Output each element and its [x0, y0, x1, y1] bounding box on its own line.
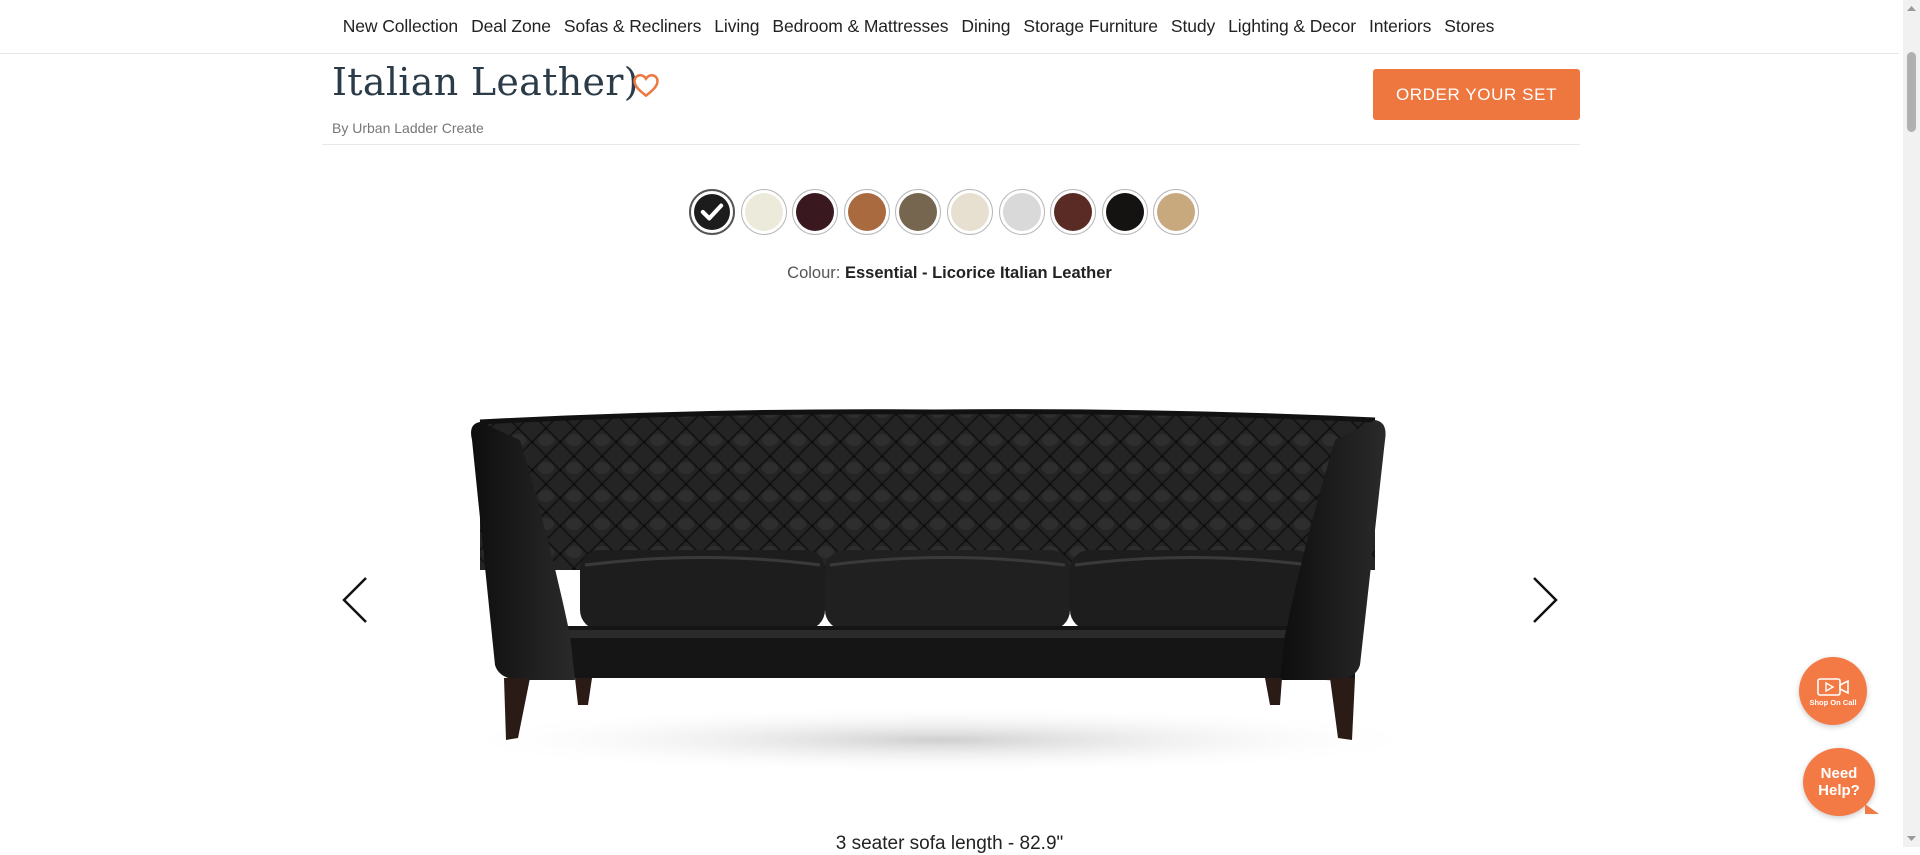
- sofa-image: [440, 409, 1440, 774]
- checkmark-icon: [700, 203, 724, 221]
- nav-item[interactable]: Stores: [1438, 16, 1501, 37]
- swatch-fill: [847, 193, 886, 231]
- colour-label: Colour:: [787, 264, 841, 282]
- nav-item[interactable]: Bedroom & Mattresses: [766, 16, 955, 37]
- swatch-fill: [744, 193, 783, 231]
- colour-swatch[interactable]: [946, 189, 993, 235]
- nav-item[interactable]: Dining: [955, 16, 1017, 37]
- colour-swatch[interactable]: [895, 189, 942, 235]
- scroll-thumb[interactable]: [1907, 52, 1916, 132]
- swatch-fill: [1002, 193, 1041, 231]
- need-help-label: Need Help?: [1818, 765, 1860, 799]
- colour-swatch[interactable]: [689, 189, 735, 235]
- nav-item[interactable]: Deal Zone: [465, 16, 558, 37]
- shop-on-call-button[interactable]: Shop On Call: [1799, 657, 1867, 725]
- shop-on-call-label: Shop On Call: [1809, 697, 1857, 707]
- product-title: Italian Leather): [332, 60, 639, 104]
- nav-item[interactable]: New Collection: [336, 16, 464, 37]
- colour-swatches: [689, 189, 1200, 235]
- scroll-up-arrow-icon[interactable]: [1903, 0, 1920, 17]
- colour-swatch[interactable]: [792, 189, 839, 235]
- brand-link[interactable]: Urban Ladder Create: [352, 120, 484, 136]
- previous-arrow-icon[interactable]: [340, 574, 372, 626]
- nav-item[interactable]: Interiors: [1362, 16, 1437, 37]
- colour-swatch[interactable]: [843, 189, 890, 235]
- brand-byline: By Urban Ladder Create: [332, 120, 484, 136]
- swatch-fill: [1054, 193, 1093, 231]
- colour-swatch[interactable]: [1050, 189, 1097, 235]
- top-navigation: New Collection Deal Zone Sofas & Recliners…: [0, 0, 1899, 54]
- divider: [322, 144, 1580, 145]
- nav-item[interactable]: Study: [1164, 16, 1221, 37]
- colour-selection-label: Colour: Essential - Licorice Italian Lea…: [0, 264, 1899, 283]
- colour-swatch[interactable]: [998, 189, 1045, 235]
- chat-bubble-tail: [1865, 804, 1879, 814]
- nav-item[interactable]: Storage Furniture: [1017, 16, 1164, 37]
- swatch-fill: [796, 193, 835, 231]
- swatch-fill: [950, 193, 989, 231]
- need-help-button[interactable]: Need Help?: [1803, 748, 1879, 816]
- swatch-fill: [1105, 193, 1144, 231]
- nav-item[interactable]: Sofas & Recliners: [557, 16, 707, 37]
- scroll-down-arrow-icon[interactable]: [1903, 830, 1920, 847]
- order-your-set-button[interactable]: ORDER YOUR SET: [1373, 69, 1580, 120]
- video-camera-icon: [1817, 677, 1849, 696]
- nav-item[interactable]: Living: [708, 16, 766, 37]
- selected-colour-name: Essential - Licorice Italian Leather: [844, 264, 1112, 282]
- vertical-scrollbar[interactable]: [1903, 0, 1920, 847]
- swatch-fill: [899, 193, 938, 231]
- colour-swatch[interactable]: [1153, 189, 1200, 235]
- next-arrow-icon[interactable]: [1528, 574, 1560, 626]
- nav-item[interactable]: Lighting & Decor: [1222, 16, 1363, 37]
- swatch-fill: [1157, 193, 1196, 231]
- dimension-text: 3 seater sofa length - 82.9": [835, 833, 1064, 854]
- colour-swatch[interactable]: [1101, 189, 1148, 235]
- wishlist-heart-icon[interactable]: [631, 70, 661, 100]
- byline-prefix: By: [332, 120, 349, 136]
- nav-list: New Collection Deal Zone Sofas & Recliners…: [336, 16, 1501, 37]
- colour-swatch[interactable]: [740, 189, 787, 235]
